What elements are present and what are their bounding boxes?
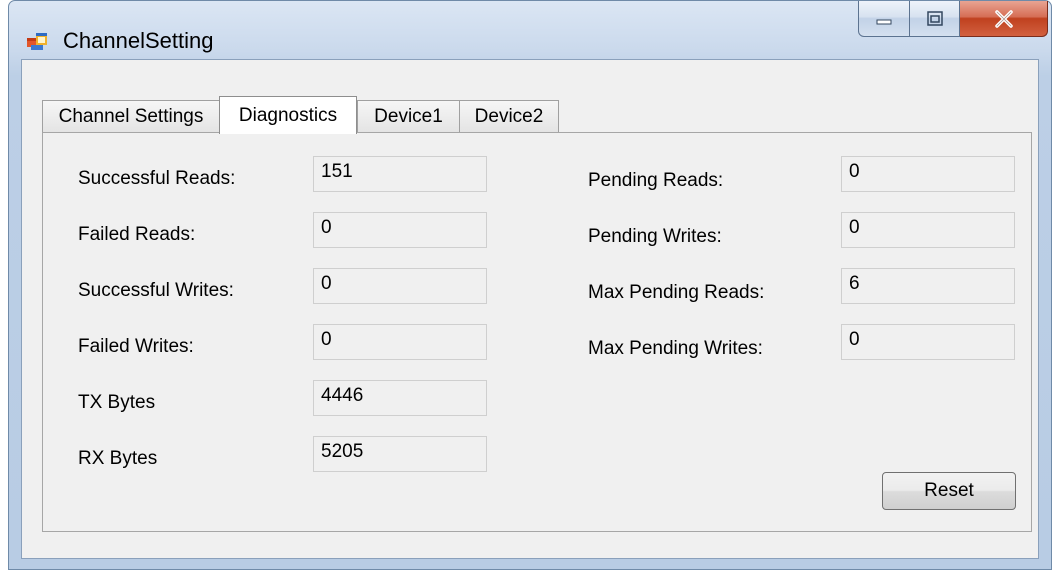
failed-reads-label: Failed Reads: <box>78 224 196 245</box>
pending-writes-label: Pending Writes: <box>588 226 722 247</box>
tab-label: Diagnostics <box>238 104 338 126</box>
tab-label: Device1 <box>374 105 443 127</box>
successful-writes-label: Successful Writes: <box>78 280 234 301</box>
rx-bytes-field[interactable]: 5205 <box>313 436 487 472</box>
tx-bytes-field[interactable]: 4446 <box>313 380 487 416</box>
maximize-icon <box>926 10 943 26</box>
minimize-icon <box>876 19 892 24</box>
max-pending-reads-field[interactable]: 6 <box>841 268 1015 304</box>
pending-reads-label: Pending Reads: <box>588 170 724 191</box>
caption-buttons <box>858 1 1048 39</box>
failed-writes-field[interactable]: 0 <box>313 324 487 360</box>
close-icon <box>994 9 1013 28</box>
failed-reads-field[interactable]: 0 <box>313 212 487 248</box>
successful-reads-field[interactable]: 151 <box>313 156 487 192</box>
tab-label: Channel Settings <box>58 105 204 127</box>
tab-channel-settings[interactable]: Channel Settings <box>42 100 220 132</box>
diagnostics-panel: Successful Reads: 151 Failed Reads: 0 Su… <box>42 132 1032 532</box>
successful-reads-label: Successful Reads: <box>78 168 236 189</box>
tab-diagnostics[interactable]: Diagnostics <box>219 96 357 134</box>
max-pending-reads-label: Max Pending Reads: <box>588 282 765 303</box>
close-button[interactable] <box>960 1 1048 37</box>
rx-bytes-label: RX Bytes <box>78 448 158 469</box>
window-title: ChannelSetting <box>63 28 214 53</box>
successful-writes-field[interactable]: 0 <box>313 268 487 304</box>
tab-device1[interactable]: Device1 <box>357 100 460 132</box>
pending-reads-field[interactable]: 0 <box>841 156 1015 192</box>
tab-label: Device2 <box>474 105 544 127</box>
max-pending-writes-label: Max Pending Writes: <box>588 338 763 359</box>
reset-button[interactable]: Reset <box>882 472 1016 510</box>
minimize-button[interactable] <box>858 1 910 37</box>
title-bar[interactable]: ChannelSetting <box>9 1 1051 59</box>
tab-device2[interactable]: Device2 <box>459 100 559 132</box>
pending-writes-field[interactable]: 0 <box>841 212 1015 248</box>
tx-bytes-label: TX Bytes <box>78 392 156 413</box>
failed-writes-label: Failed Writes: <box>78 336 194 357</box>
app-window-icon <box>27 33 47 50</box>
maximize-button[interactable] <box>910 1 960 37</box>
max-pending-writes-field[interactable]: 0 <box>841 324 1015 360</box>
